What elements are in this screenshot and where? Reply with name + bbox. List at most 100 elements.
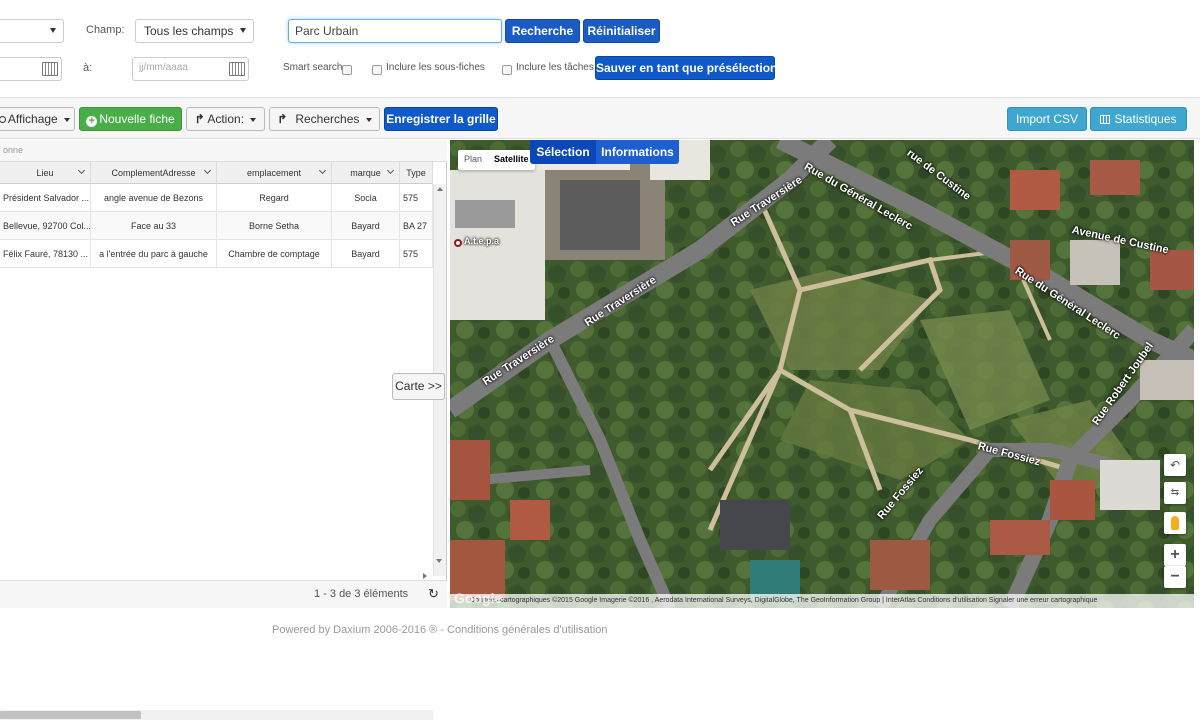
chevron-down-icon[interactable] xyxy=(318,166,327,175)
tasks-label: Inclure les tâches xyxy=(516,62,594,73)
new-sheet-button[interactable]: + Nouvelle fiche xyxy=(79,107,182,131)
sub-sheets-label: Inclure les sous-fiches xyxy=(386,62,485,73)
plan-button[interactable]: Plan xyxy=(458,150,488,168)
cell-complement: a l'entrée du parc à gauche xyxy=(91,240,217,268)
map-copyright: Données cartographiques ©2015 Google Ima… xyxy=(450,594,1194,608)
cell-marque: Socla xyxy=(332,184,400,212)
google-logo: Google xyxy=(454,590,503,606)
scroll-down-icon[interactable] xyxy=(436,559,442,563)
calendar-icon[interactable] xyxy=(229,62,245,76)
chevron-down-icon[interactable] xyxy=(77,166,86,175)
map-imagery xyxy=(450,140,1194,608)
chevron-down-icon xyxy=(250,117,257,122)
page-footer: Powered by Daxium 2006-2016 ® - Conditio… xyxy=(272,624,608,636)
column-header-marque[interactable]: marque xyxy=(332,162,400,184)
scroll-right-icon[interactable] xyxy=(423,573,427,579)
smart-search-checkbox[interactable] xyxy=(342,65,352,75)
new-sheet-label: Nouvelle fiche xyxy=(99,112,175,126)
zoom-in-button[interactable]: + xyxy=(1164,544,1186,566)
action-button[interactable]: ↱ Action: xyxy=(186,107,265,131)
smart-search-label: Smart search xyxy=(283,62,343,73)
calendar-icon[interactable] xyxy=(42,62,58,76)
map-toggle-button[interactable]: Carte >> xyxy=(392,373,445,400)
column-header-complement[interactable]: ComplementAdresse xyxy=(91,162,217,184)
stats-button[interactable]: Statistiques xyxy=(1090,107,1187,131)
street-view-pegman-icon[interactable] xyxy=(1164,512,1186,534)
share-icon: ↱ xyxy=(194,112,205,126)
chevron-down-icon xyxy=(64,117,71,122)
chevron-down-icon[interactable] xyxy=(386,166,395,175)
copyright-text: Données cartographiques ©2015 Google Ima… xyxy=(470,597,1098,604)
filter-select[interactable] xyxy=(0,19,64,43)
chart-icon xyxy=(1100,115,1111,124)
search-button[interactable]: Recherche xyxy=(505,19,580,43)
champ-label: Champ: xyxy=(86,24,125,36)
stats-label: Statistiques xyxy=(1114,112,1177,126)
tilt-icon[interactable]: ⇆ xyxy=(1164,482,1186,504)
chevron-down-icon xyxy=(365,117,372,122)
cell-complement: Face au 33 xyxy=(91,212,217,240)
save-grid-button[interactable]: Enregistrer la grille xyxy=(384,107,498,131)
refresh-icon[interactable]: ↻ xyxy=(428,586,439,602)
searches-button[interactable]: ↱ Recherches xyxy=(269,107,380,131)
column-header-label: emplacement xyxy=(246,168,302,178)
cell-lieu: Félix Fauré, 78130 ... xyxy=(0,240,91,268)
pegman-figure xyxy=(1171,516,1179,530)
column-header-type[interactable]: Type xyxy=(400,162,433,184)
data-grid: onne Lieu ComplementAdresse emplacement … xyxy=(0,140,447,720)
cell-marque: Bayard xyxy=(332,212,400,240)
champ-select[interactable]: Tous les champs xyxy=(135,19,254,43)
map-type-control: Plan Satellite xyxy=(458,150,535,170)
place-label: A.t.e.p.a xyxy=(464,236,500,246)
cell-emplacement: Borne Setha xyxy=(217,212,332,240)
column-header-emplacement[interactable]: emplacement xyxy=(217,162,332,184)
column-header-label: marque xyxy=(350,168,381,178)
cell-lieu: Président Salvador ... xyxy=(0,184,91,212)
group-by-hint: onne xyxy=(0,140,447,162)
column-header-label: Lieu xyxy=(36,168,54,178)
scroll-thumb[interactable] xyxy=(0,711,141,719)
horizontal-scrollbar[interactable] xyxy=(0,710,433,720)
tasks-checkbox[interactable] xyxy=(502,65,512,75)
rotate-icon[interactable]: ↶ xyxy=(1164,454,1186,476)
search-input[interactable] xyxy=(288,19,502,43)
action-label: Action: xyxy=(207,112,245,126)
cell-complement: angle avenue de Bezons xyxy=(91,184,217,212)
column-header-label: ComplementAdresse xyxy=(111,168,196,178)
satellite-map[interactable]: Rue Traversière Rue Traversière Rue Trav… xyxy=(450,140,1194,608)
sub-sheets-checkbox[interactable] xyxy=(372,65,382,75)
scroll-up-icon[interactable] xyxy=(437,187,443,191)
place-marker[interactable] xyxy=(454,239,462,247)
searches-label: Recherches xyxy=(295,112,360,126)
tab-informations[interactable]: Informations xyxy=(596,140,679,164)
search-icon xyxy=(0,116,6,123)
chevron-down-icon xyxy=(50,28,56,33)
cell-type: 575 xyxy=(400,184,433,212)
share-icon: ↱ xyxy=(277,112,288,126)
cell-emplacement: Regard xyxy=(217,184,332,212)
grid-footer: 1 - 3 de 3 éléments ↻ xyxy=(0,580,447,608)
chevron-down-icon[interactable] xyxy=(203,166,212,175)
date-to-label: à: xyxy=(83,62,93,74)
column-header-label: Type xyxy=(406,168,426,178)
champ-select-value: Tous les champs xyxy=(144,24,234,38)
tab-selection[interactable]: Sélection xyxy=(530,140,596,164)
chevron-down-icon xyxy=(240,28,246,33)
cell-type: BA 27 xyxy=(400,212,433,240)
cell-emplacement: Chambre de comptage xyxy=(217,240,332,268)
cell-type: 575 xyxy=(400,240,433,268)
cell-marque: Bayard xyxy=(332,240,400,268)
display-label: Affichage xyxy=(7,112,58,126)
column-header-lieu[interactable]: Lieu xyxy=(0,162,91,184)
display-button[interactable]: Affichage xyxy=(0,107,75,131)
satellite-button[interactable]: Satellite xyxy=(488,150,535,168)
cell-lieu: Bellevue, 92700 Col... xyxy=(0,212,91,240)
date-from-field[interactable] xyxy=(0,57,62,81)
reset-button[interactable]: Réinitialiser xyxy=(583,19,660,43)
zoom-out-button[interactable]: − xyxy=(1164,566,1186,588)
pager-info: 1 - 3 de 3 éléments xyxy=(314,588,409,600)
save-preset-button[interactable]: Sauver en tant que présélection xyxy=(595,56,777,80)
date-to-field[interactable]: jj/mm/aaaa xyxy=(132,57,249,81)
import-csv-button[interactable]: Import CSV xyxy=(1007,107,1087,131)
date-placeholder: jj/mm/aaaa xyxy=(139,62,188,73)
